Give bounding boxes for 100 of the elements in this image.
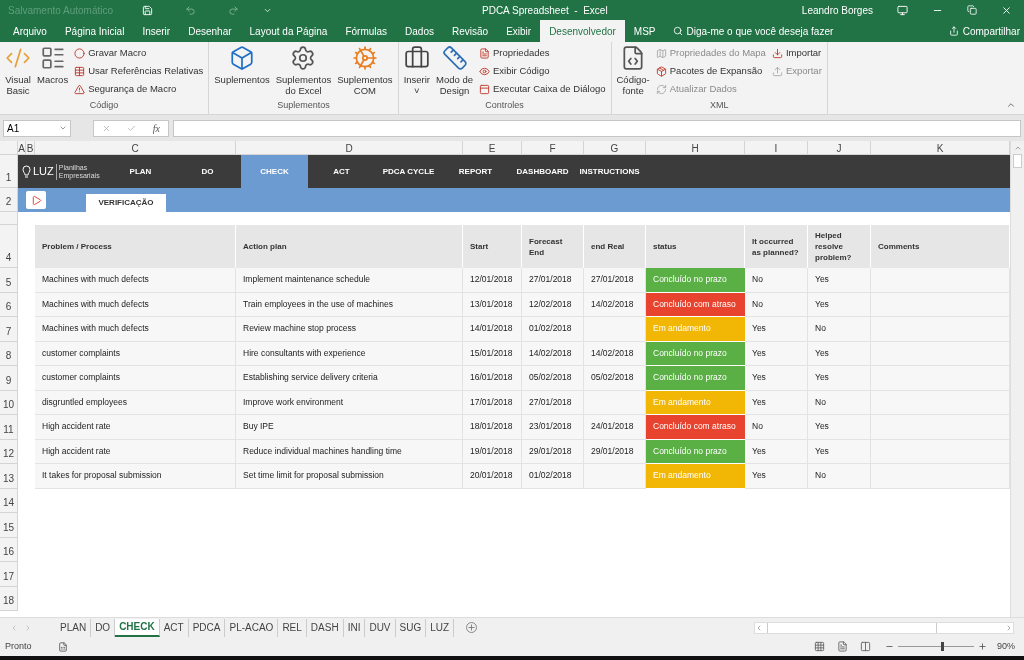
table-cell: Hire consultants with experience: [236, 341, 463, 366]
row-header[interactable]: 14: [0, 488, 18, 513]
ribbon-tab[interactable]: Inserir: [133, 20, 180, 42]
ribbon-tab[interactable]: Revisão: [443, 20, 498, 42]
row-header[interactable]: 9: [0, 366, 18, 391]
ribbon-button[interactable]: Importar: [771, 45, 822, 61]
ribbon-button[interactable]: Segurança de Macro: [74, 81, 204, 97]
column-heading: Action plan: [236, 225, 463, 268]
add-sheet-icon[interactable]: [466, 622, 478, 633]
sheet-tab[interactable]: CHECK: [115, 618, 160, 637]
window-icon: [479, 83, 490, 95]
next-sheet-icon[interactable]: [24, 623, 32, 632]
horizontal-scrollbar-thumb[interactable]: [767, 622, 937, 633]
nav-tab[interactable]: DO: [174, 155, 241, 188]
nav-tab[interactable]: ACT: [308, 155, 375, 188]
ribbon-button[interactable]: Inserir ˅: [401, 45, 433, 99]
row-header[interactable]: 5: [0, 268, 18, 293]
sheet-tab[interactable]: PDCA: [188, 618, 226, 637]
sheet-tab[interactable]: DUV: [365, 618, 396, 637]
ribbon-tab[interactable]: Página Inicial: [55, 20, 134, 42]
scroll-right-icon[interactable]: [1005, 623, 1013, 632]
ribbon-button[interactable]: Propriedades: [479, 45, 606, 61]
ribbon-tab[interactable]: Dados: [396, 20, 443, 42]
page-layout-icon[interactable]: [837, 641, 848, 652]
status-text: Pronto: [5, 639, 32, 653]
row-header[interactable]: 15: [0, 513, 18, 538]
zoom-in-icon[interactable]: [978, 642, 987, 651]
ribbon-button[interactable]: Visual Basic: [3, 45, 33, 99]
sheet-tab[interactable]: DASH: [306, 618, 344, 637]
play-button[interactable]: [26, 191, 46, 209]
ribbon-tab[interactable]: Fórmulas: [336, 20, 397, 42]
ribbon-button[interactable]: Suplementos: [212, 45, 272, 99]
ribbon-button[interactable]: Modo de Design: [434, 45, 475, 99]
enter-icon[interactable]: [127, 123, 137, 133]
ribbon-tab[interactable]: Layout da Página: [240, 20, 337, 42]
nav-tab[interactable]: PDCA CYCLE: [375, 155, 442, 188]
ribbon-tab[interactable]: Exibir: [497, 20, 541, 42]
restore-icon[interactable]: [967, 5, 977, 15]
ribbon-button[interactable]: Suplementos COM: [335, 45, 395, 99]
user-name[interactable]: Leandro Borges: [801, 2, 873, 18]
cancel-icon[interactable]: [102, 123, 112, 133]
scrollbar-thumb[interactable]: [1013, 154, 1022, 168]
ribbon-button[interactable]: Suplementos do Excel: [273, 45, 334, 99]
row-header[interactable]: 12: [0, 439, 18, 464]
sheet-tab[interactable]: REL: [278, 618, 307, 637]
redo-icon[interactable]: [228, 4, 239, 16]
zoom-slider-thumb[interactable]: [940, 642, 944, 651]
ribbon-button[interactable]: Código- fonte: [614, 45, 652, 99]
table-cell: Improve work environment: [236, 390, 463, 415]
row-header[interactable]: 11: [0, 415, 18, 440]
ribbon-button[interactable]: Pacotes de Expansão: [655, 63, 766, 79]
ribbon-button[interactable]: Macros: [35, 45, 71, 99]
row-header[interactable]: 18: [0, 586, 18, 611]
ribbon-display-icon[interactable]: [897, 4, 908, 16]
name-box[interactable]: A1: [3, 119, 71, 137]
previous-sheet-icon[interactable]: [10, 623, 18, 632]
row-header[interactable]: 10: [0, 390, 18, 415]
row-header[interactable]: 4: [0, 225, 18, 268]
scroll-left-icon[interactable]: [755, 623, 763, 632]
nav-tab[interactable]: REPORT: [442, 155, 509, 188]
sheet-tab[interactable]: LUZ: [426, 618, 455, 637]
sheet-tab[interactable]: ACT: [159, 618, 189, 637]
ribbon-button[interactable]: Exibir Código: [479, 63, 606, 79]
row-header[interactable]: 6: [0, 292, 18, 317]
row-header[interactable]: 13: [0, 464, 18, 489]
ribbon-tab[interactable]: Arquivo: [4, 20, 56, 42]
row-header[interactable]: 17: [0, 562, 18, 587]
ribbon-button[interactable]: Executar Caixa de Diálogo: [479, 81, 606, 97]
play-icon[interactable]: [30, 194, 42, 206]
sheet-tab[interactable]: INI: [343, 618, 366, 637]
nav-tab[interactable]: INSTRUCTIONS: [576, 155, 643, 188]
ribbon-tab[interactable]: Desenvolvedor: [540, 20, 625, 42]
share-button[interactable]: Compartilhar: [948, 20, 1024, 42]
sheet-tab[interactable]: SUG: [395, 618, 427, 637]
save-icon[interactable]: [142, 4, 153, 16]
scroll-up-icon[interactable]: [1013, 144, 1022, 152]
tell-me-field[interactable]: Diga-me o que você deseja fazer: [672, 20, 834, 42]
normal-view-icon[interactable]: [814, 641, 825, 652]
row-header[interactable]: 1: [0, 155, 18, 188]
row-header[interactable]: 7: [0, 317, 18, 342]
nav-tab[interactable]: PLAN: [107, 155, 174, 188]
row-header[interactable]: 16: [0, 537, 18, 562]
nav-tab[interactable]: DASHBOARD: [509, 155, 576, 188]
close-icon[interactable]: [1001, 4, 1012, 16]
sheet-tab[interactable]: PLAN: [56, 618, 92, 637]
ribbon-button[interactable]: Gravar Macro: [74, 45, 204, 61]
ribbon-tab[interactable]: MSP: [624, 20, 665, 42]
page-break-icon[interactable]: [860, 641, 871, 652]
zoom-level[interactable]: 90%: [997, 639, 1015, 654]
ribbon-tab[interactable]: Desenhar: [179, 20, 241, 42]
macro-record-icon[interactable]: [57, 641, 68, 652]
row-header[interactable]: 2: [0, 188, 18, 212]
collapse-ribbon-icon[interactable]: [1006, 100, 1016, 110]
sheet-tab[interactable]: PL-ACAO: [225, 618, 279, 637]
table-cell: Machines with much defects: [35, 317, 236, 342]
ribbon-button[interactable]: Usar Referências Relativas: [74, 63, 204, 79]
undo-icon[interactable]: [185, 4, 196, 16]
insert-function-button[interactable]: fx: [152, 120, 160, 136]
formula-field[interactable]: [173, 119, 1021, 137]
row-header[interactable]: 8: [0, 341, 18, 366]
